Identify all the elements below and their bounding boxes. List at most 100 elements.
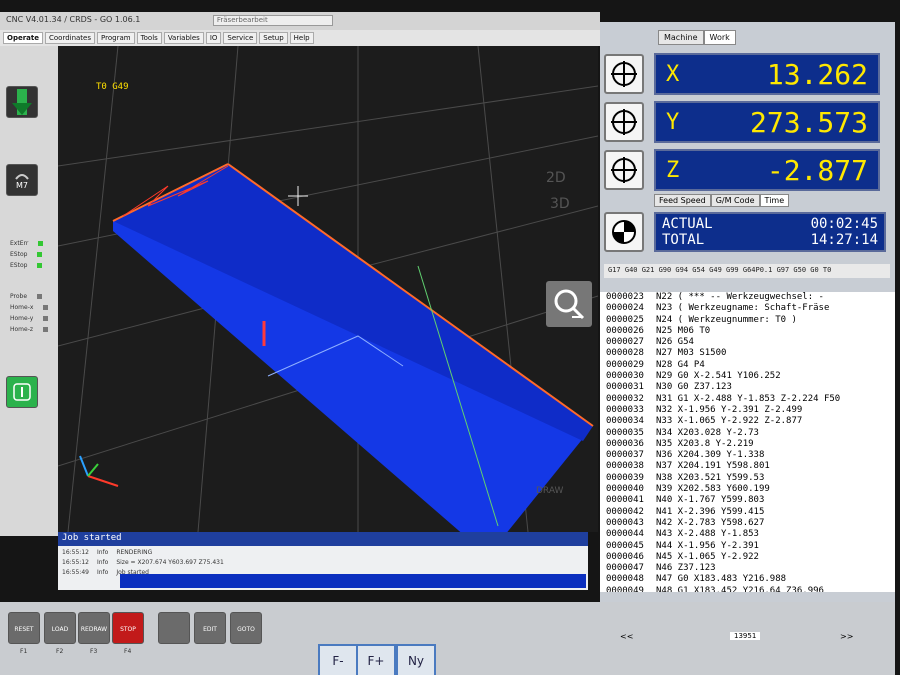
- gcode-line[interactable]: 0000041 N40 X-1.767 Y599.803: [606, 495, 895, 506]
- gcode-line-number: 0000026: [606, 325, 644, 336]
- menu-item[interactable]: Service: [223, 32, 258, 44]
- zero-all-button[interactable]: [604, 212, 644, 252]
- zero-axis-button[interactable]: [604, 54, 644, 94]
- gcode-line[interactable]: 0000023 N22 ( *** -- Werkzeugwechsel: -: [606, 292, 895, 303]
- gcode-line[interactable]: 0000029 N28 G4 P4: [606, 360, 895, 371]
- gcode-line[interactable]: 0000048 N47 G0 X183.483 Y216.988: [606, 574, 895, 585]
- draw-button[interactable]: DRAW: [536, 486, 563, 496]
- view-3d-button[interactable]: 3D: [550, 196, 570, 212]
- gcode-line[interactable]: 0000045 N44 X-1.956 Y-2.391: [606, 541, 895, 552]
- dro-tab[interactable]: Work: [703, 30, 736, 45]
- right-panel: Machine Work X 13.262 Y 273.573 Z -2.877 Feed …: [600, 22, 895, 602]
- gcode-text: N27 M03 S1500: [656, 348, 727, 359]
- spindle-button[interactable]: [6, 86, 38, 118]
- m7-button[interactable]: M7: [6, 164, 38, 196]
- gcode-line-number: 0000042: [606, 506, 644, 517]
- status-led: [38, 241, 44, 246]
- gcode-line[interactable]: 0000040 N39 X202.583 Y600.199: [606, 484, 895, 495]
- bottom-button-3[interactable]: STOP: [112, 612, 144, 644]
- menu-item[interactable]: Coordinates: [44, 32, 96, 44]
- bottom-button-1[interactable]: LOAD: [44, 612, 76, 644]
- gcode-line-number: 0000043: [606, 517, 644, 528]
- gcode-line[interactable]: 0000042 N41 X-2.396 Y599.415: [606, 507, 895, 518]
- zoom-out-button[interactable]: [546, 281, 592, 327]
- crosshair-icon: [611, 61, 637, 87]
- status-row: Home-y: [10, 315, 49, 322]
- gcode-line-number: 0000023: [606, 292, 644, 302]
- status-label: Probe: [10, 293, 28, 300]
- big-button-1[interactable]: F+: [356, 644, 396, 675]
- status-label: Home-y: [10, 315, 34, 322]
- zero-axis-button[interactable]: [604, 150, 644, 190]
- bottom-button-2[interactable]: REDRAW: [78, 612, 110, 644]
- menu-item[interactable]: Operate: [3, 32, 43, 44]
- gcode-line[interactable]: 0000035 N34 X203.028 Y-2.73: [606, 428, 895, 439]
- menu-item[interactable]: Variables: [163, 32, 204, 44]
- gcode-line[interactable]: 0000037 N36 X204.309 Y-1.338: [606, 450, 895, 461]
- log-msg: Size = X207.674 Y603.697 Z75.431: [116, 559, 224, 566]
- title-field[interactable]: Fräserbearbeit: [212, 15, 333, 26]
- timer-tab[interactable]: Feed Speed: [654, 194, 711, 207]
- gcode-line[interactable]: 0000032 N31 G1 X-2.488 Y-1.853 Z-2.224 F5…: [606, 394, 895, 405]
- log-level: Info: [96, 559, 109, 566]
- big-button-0[interactable]: F-: [318, 644, 358, 675]
- gcode-line[interactable]: 0000024 N23 ( Werkzeugname: Schaft-Fräse: [606, 303, 895, 314]
- timer-tab[interactable]: G/M Code: [710, 194, 760, 207]
- gcode-line[interactable]: 0000026 N25 M06 T0: [606, 326, 895, 337]
- log-time: 16:55:12: [62, 549, 89, 556]
- gcode-line[interactable]: 0000033 N32 X-1.956 Y-2.391 Z-2.499: [606, 405, 895, 416]
- gcode-listing[interactable]: 0000023 N22 ( *** -- Werkzeugwechsel: -00…: [600, 292, 895, 592]
- bottom-button-4[interactable]: [158, 612, 190, 644]
- gcode-line[interactable]: 0000046 N45 X-1.065 Y-2.922: [606, 552, 895, 563]
- gcode-line[interactable]: 0000030 N29 G0 X-2.541 Y106.252: [606, 371, 895, 382]
- view-2d-button[interactable]: 2D: [546, 170, 566, 186]
- gcode-line[interactable]: 0000025 N24 ( Werkzeugnummer: T0 ): [606, 315, 895, 326]
- gcode-line-number: 0000030: [606, 371, 644, 382]
- gcode-line[interactable]: 0000036 N35 X203.8 Y-2.219: [606, 439, 895, 450]
- toolpath-viewport[interactable]: T0 G49 2D 3D DRAW: [58, 46, 598, 532]
- gcode-line[interactable]: 0000028 N27 M03 S1500: [606, 348, 895, 359]
- menu-item[interactable]: Tools: [136, 32, 162, 44]
- timer-tab[interactable]: Time: [759, 194, 790, 207]
- gcode-line-number: 0000045: [606, 540, 644, 551]
- crosshair-icon: [611, 157, 637, 183]
- gcode-line[interactable]: 0000031 N30 G0 Z37.123: [606, 382, 895, 393]
- gcode-text: N39 X202.583 Y600.199: [656, 484, 770, 495]
- gcode-line[interactable]: 0000034 N33 X-1.065 Y-2.922 Z-2.877: [606, 416, 895, 427]
- menu-item[interactable]: Help: [289, 32, 314, 44]
- bottom-button-5[interactable]: EDIT: [194, 612, 226, 644]
- gcode-line-number: 0000034: [606, 416, 644, 427]
- bottom-button-label: REDRAW: [80, 625, 108, 633]
- gcode-line[interactable]: 0000039 N38 X203.521 Y599.53: [606, 473, 895, 484]
- big-button-2[interactable]: Ny: [396, 644, 436, 675]
- log-row: 16:55:12 Info RENDERING: [62, 548, 584, 558]
- total-time: 14:27:14: [810, 232, 878, 248]
- gcode-line[interactable]: 0000047 N46 Z37.123: [606, 563, 895, 574]
- gcode-line[interactable]: 0000049 N48 G1 X183.452 Y216.64 Z36.996: [606, 586, 895, 592]
- dro-tab[interactable]: Machine: [658, 30, 704, 45]
- axis-value: 13.262: [766, 57, 868, 91]
- bottom-button-6[interactable]: GOTO: [230, 612, 262, 644]
- power-button[interactable]: [6, 376, 38, 408]
- gcode-line-number: 0000048: [606, 574, 644, 585]
- gcode-line[interactable]: 0000027 N26 G54: [606, 337, 895, 348]
- gcode-line-number: 0000031: [606, 382, 644, 393]
- pager-next[interactable]: >>: [840, 632, 853, 641]
- status-led: [43, 305, 49, 310]
- log-row: 16:55:12 Info Size = X207.674 Y603.697 Z75…: [62, 558, 584, 568]
- menu-item[interactable]: IO: [205, 32, 222, 44]
- menu-item[interactable]: Program: [97, 32, 135, 44]
- menu-item[interactable]: Setup: [259, 32, 288, 44]
- status-led: [37, 263, 43, 268]
- pager-prev[interactable]: <<: [620, 632, 633, 641]
- gcode-line[interactable]: 0000044 N43 X-2.488 Y-1.853: [606, 529, 895, 540]
- gcode-text: N44 X-1.956 Y-2.391: [656, 540, 759, 551]
- zoom-out-icon: [554, 289, 585, 320]
- gcode-line[interactable]: 0000043 N42 X-2.783 Y598.627: [606, 518, 895, 529]
- gcode-text: N30 G0 Z37.123: [656, 382, 732, 393]
- gcode-line[interactable]: 0000038 N37 X204.191 Y598.801: [606, 461, 895, 472]
- gcode-line-number: 0000025: [606, 314, 644, 325]
- zero-axis-button[interactable]: [604, 102, 644, 142]
- bottom-button-0[interactable]: RESET: [8, 612, 40, 644]
- axis-display: Z -2.877: [654, 149, 880, 191]
